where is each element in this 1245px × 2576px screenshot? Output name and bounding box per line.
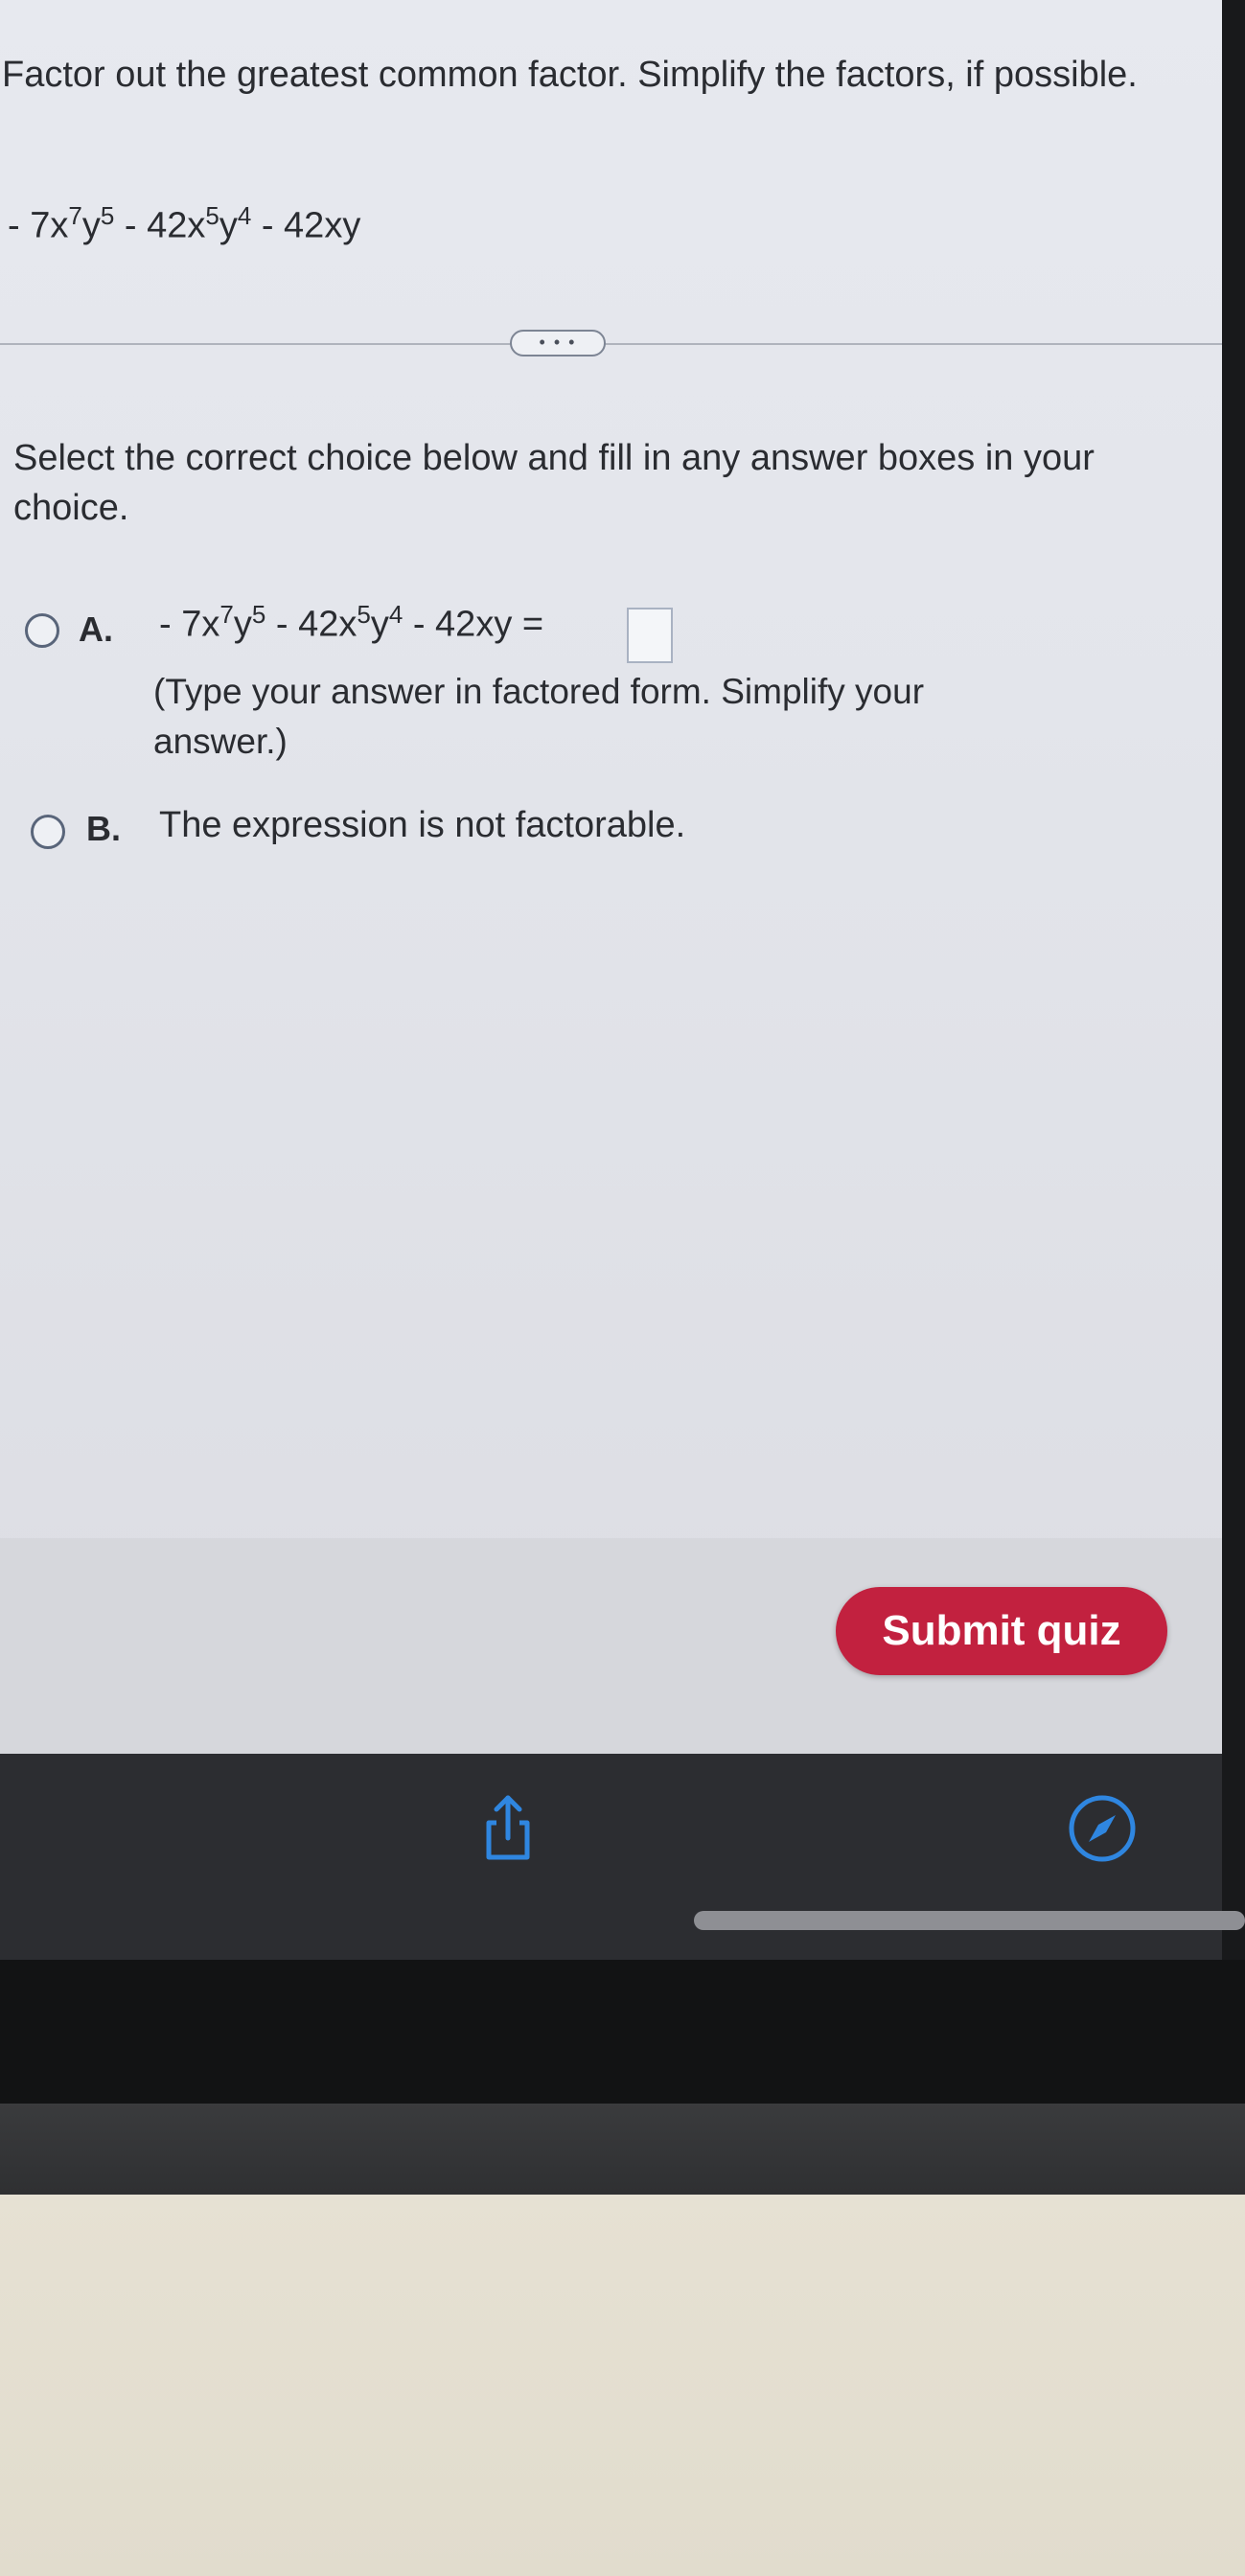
choice-a-radio[interactable]	[25, 613, 59, 648]
submit-quiz-button[interactable]: Submit quiz	[836, 1587, 1167, 1675]
device-bezel	[0, 1960, 1245, 2104]
choice-a-hint: (Type your answer in factored form. Simp…	[153, 672, 925, 761]
question-prompt: Factor out the greatest common factor. S…	[2, 55, 1138, 95]
home-indicator	[694, 1911, 1245, 1930]
choice-b-radio[interactable]	[31, 815, 65, 849]
device-edge	[0, 2104, 1245, 2195]
choice-b-text: The expression is not factorable.	[159, 805, 686, 845]
share-icon[interactable]	[470, 1790, 546, 1867]
expand-more-button[interactable]: • • •	[510, 330, 606, 356]
section-divider	[0, 343, 1222, 345]
choice-a-equation: - 7x7y5 - 42x5y4 - 42xy =	[159, 600, 544, 645]
choice-a-answer-box[interactable]	[627, 608, 673, 663]
choice-a-letter: A.	[79, 610, 113, 649]
instructions-text: Select the correct choice below and fill…	[13, 438, 1095, 528]
choice-b-letter: B.	[86, 809, 121, 848]
compass-icon[interactable]	[1064, 1790, 1141, 1867]
question-expression: - 7x7y5 - 42x5y4 - 42xy	[8, 201, 361, 246]
desk-surface	[0, 2195, 1245, 2576]
quiz-screen: Factor out the greatest common factor. S…	[0, 0, 1222, 1754]
device-side-edge	[1222, 0, 1245, 1960]
